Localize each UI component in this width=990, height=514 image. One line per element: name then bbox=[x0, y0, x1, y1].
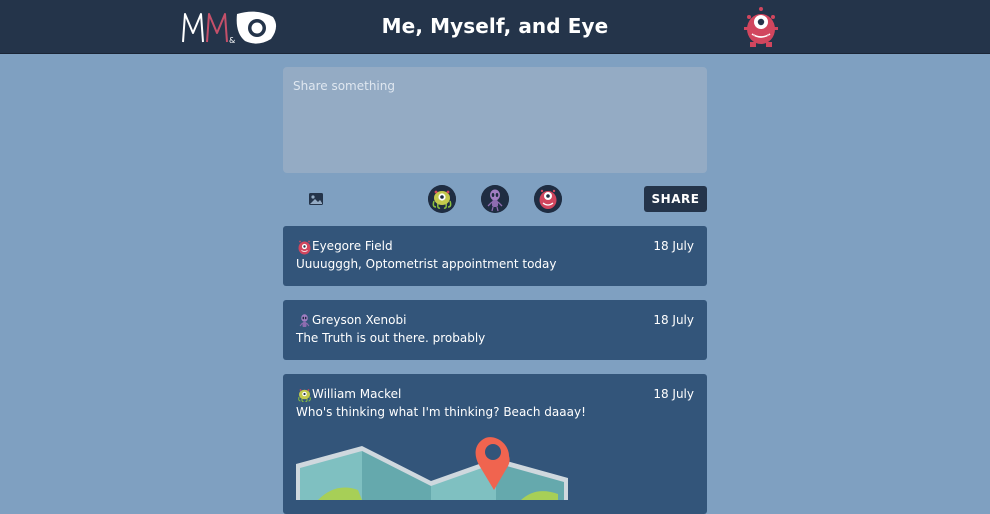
post-text: Who's thinking what I'm thinking? Beach … bbox=[296, 405, 586, 419]
post-author[interactable]: Eyegore Field bbox=[312, 239, 393, 253]
post-date: 18 July bbox=[653, 239, 694, 253]
share-input[interactable] bbox=[283, 67, 707, 173]
post-date: 18 July bbox=[653, 387, 694, 401]
character-pick-green-monster[interactable] bbox=[428, 185, 456, 213]
pink-eye-monster-icon bbox=[534, 185, 562, 213]
pink-eye-monster-icon bbox=[298, 240, 311, 255]
map-pin-icon[interactable] bbox=[296, 434, 568, 500]
purple-alien-icon bbox=[299, 314, 310, 327]
post-card: Greyson Xenobi 18 July The Truth is out … bbox=[283, 300, 707, 360]
post-date: 18 July bbox=[653, 313, 694, 327]
share-button[interactable]: SHARE bbox=[644, 186, 707, 212]
green-tentacle-monster-icon bbox=[298, 389, 311, 403]
top-bar: & Me, Myself, and Eye bbox=[0, 0, 990, 54]
pink-eye-monster-icon[interactable] bbox=[739, 5, 783, 49]
post-card: Eyegore Field 18 July Uuuugggh, Optometr… bbox=[283, 226, 707, 286]
character-pick-purple-alien[interactable] bbox=[481, 185, 509, 213]
image-icon[interactable] bbox=[305, 189, 327, 209]
post-author[interactable]: Greyson Xenobi bbox=[312, 313, 406, 327]
green-tentacle-monster-icon bbox=[428, 185, 456, 213]
post-text: Uuuugggh, Optometrist appointment today bbox=[296, 257, 557, 271]
character-pick-pink-monster[interactable] bbox=[534, 185, 562, 213]
post-card: William Mackel 18 July Who's thinking wh… bbox=[283, 374, 707, 514]
purple-alien-icon bbox=[481, 185, 509, 213]
post-text: The Truth is out there. probably bbox=[296, 331, 486, 345]
post-author[interactable]: William Mackel bbox=[312, 387, 401, 401]
app-title: Me, Myself, and Eye bbox=[381, 14, 609, 38]
